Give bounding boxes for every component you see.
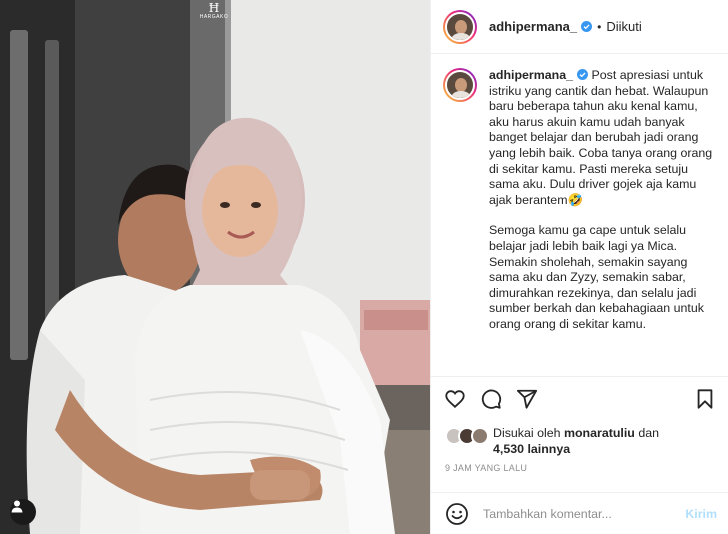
author-username[interactable]: adhipermana_ (489, 19, 577, 34)
post-caption: adhipermana_ Post apresiasi untuk istrik… (489, 68, 714, 376)
action-icon-row (431, 377, 728, 421)
caption-paragraph-2: Semoga kamu ga cape untuk selalu belajar… (489, 223, 704, 331)
follow-status-button[interactable]: Diikuti (606, 19, 641, 34)
caption-username[interactable]: adhipermana_ (489, 68, 573, 82)
likes-connector: dan (638, 426, 660, 440)
watermark-text: HARGAKO (199, 14, 229, 20)
share-icon (516, 389, 538, 409)
caption-text-1: Post apresiasi untuk istriku yang cantik… (489, 68, 713, 207)
post-actions: Disukai oleh monaratuliu dan 4,530 lainn… (431, 376, 728, 491)
header-separator: • (597, 19, 602, 34)
likes-summary: Disukai oleh monaratuliu dan 4,530 lainn… (431, 421, 728, 459)
verified-badge-icon (577, 69, 589, 80)
emoji-button[interactable] (445, 502, 469, 526)
bookmark-icon (697, 389, 713, 409)
liker-username[interactable]: monaratuliu (564, 426, 635, 440)
likes-text: Disukai oleh monaratuliu dan 4,530 lainn… (493, 425, 659, 457)
user-tag-button[interactable] (10, 499, 36, 525)
save-button[interactable] (693, 387, 717, 411)
likes-count-link[interactable]: 4,530 lainnya (493, 442, 570, 456)
comment-input[interactable] (483, 506, 686, 521)
comment-button[interactable] (479, 387, 503, 411)
liker-avatar[interactable] (471, 427, 489, 445)
share-button[interactable] (515, 387, 539, 411)
watermark-logo-icon: Ħ (208, 1, 220, 15)
comment-icon (481, 389, 502, 409)
verified-badge-icon (581, 21, 593, 32)
comments-area: adhipermana_ Post apresiasi untuk istrik… (431, 54, 728, 376)
post-timestamp[interactable]: 9 JAM YANG LALU (431, 459, 728, 491)
caption-author-avatar[interactable] (443, 68, 477, 102)
likes-prefix: Disukai oleh (493, 426, 561, 440)
emoji-icon (446, 502, 468, 525)
heart-icon (445, 390, 465, 409)
post-comment-button[interactable]: Kirim (685, 507, 717, 521)
caption-paragraph-1: adhipermana_ Post apresiasi untuk istrik… (489, 68, 714, 208)
post-header: adhipermana_ • Diikuti (431, 0, 728, 54)
like-button[interactable] (443, 387, 467, 411)
post-details-panel: adhipermana_ • Diikuti adhipermana_ Post… (430, 0, 728, 534)
photo-watermark: Ħ HARGAKO (193, 2, 235, 20)
post-photo[interactable]: Ħ HARGAKO (0, 0, 430, 534)
photo-illustration (0, 0, 430, 534)
user-tag-icon (11, 500, 23, 513)
author-avatar[interactable] (443, 9, 477, 44)
add-comment-bar: Kirim (431, 492, 728, 534)
liker-avatars (445, 427, 493, 445)
